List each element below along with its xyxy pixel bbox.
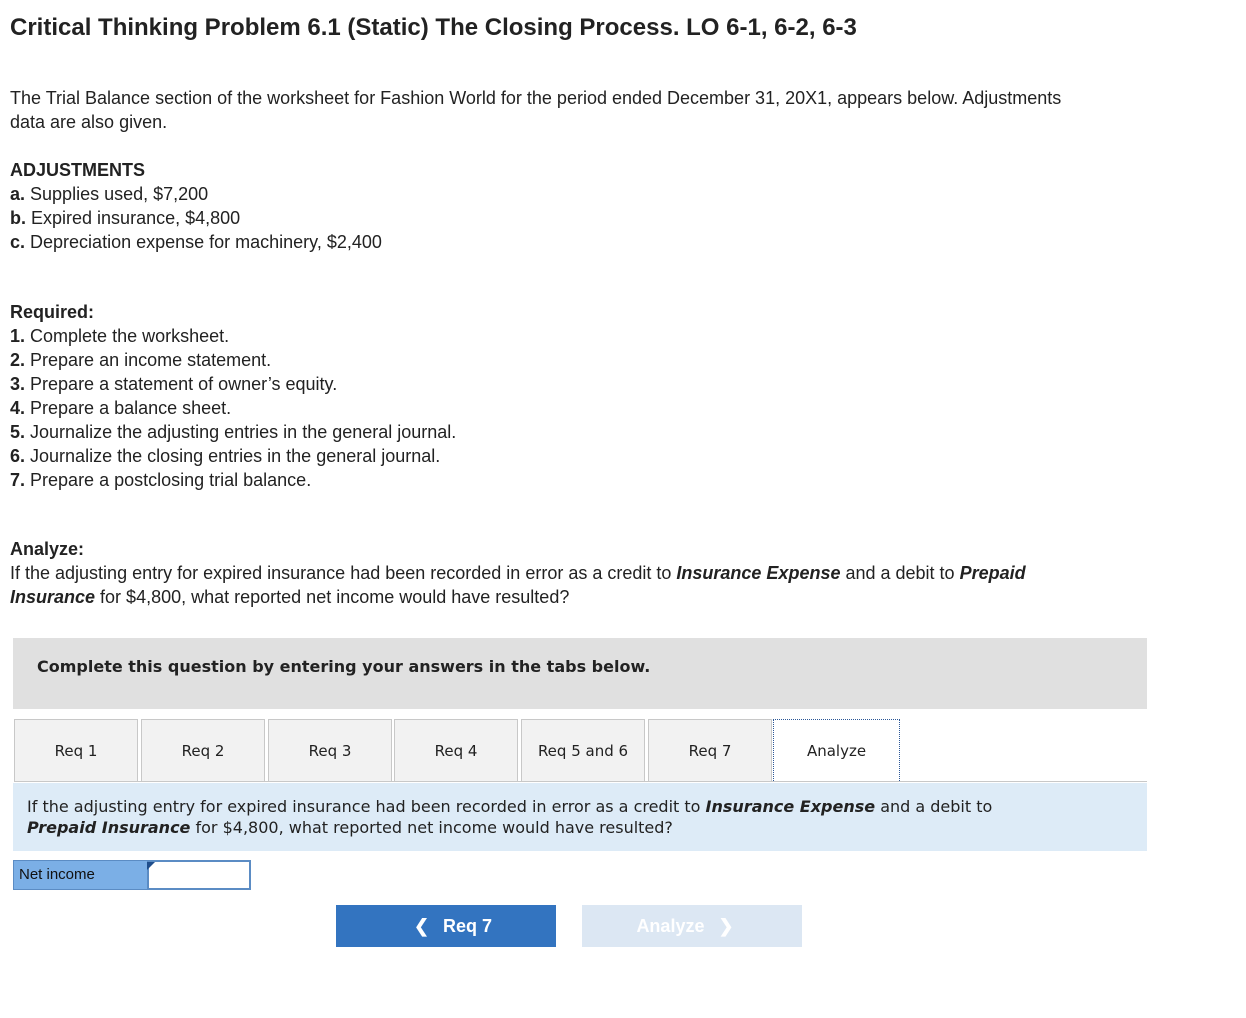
required-text: Prepare a balance sheet.	[30, 398, 232, 418]
required-item-2: 2. Prepare an income statement.	[10, 348, 456, 372]
tab-req-3[interactable]: Req 3	[268, 719, 392, 781]
analyze-heading: Analyze:	[10, 539, 85, 559]
question-line-2: Prepaid Insurance for $4,800, what repor…	[27, 817, 1133, 838]
adjustment-text: Supplies used, $7,200	[30, 184, 209, 204]
tab-divider	[14, 781, 1147, 782]
analyze-text: and a debit to	[840, 563, 960, 583]
next-button-label: Analyze	[636, 915, 705, 936]
tab-req-1[interactable]: Req 1	[14, 719, 138, 781]
question-text: for $4,800, what reported net income wou…	[190, 818, 673, 837]
intro-line-2: data are also given.	[10, 112, 168, 132]
required-label: 2.	[10, 350, 26, 370]
adjustments-section: ADJUSTMENTS a. Supplies used, $7,200 b. …	[10, 158, 382, 254]
analyze-line-2: Insurance for $4,800, what reported net …	[10, 585, 1210, 609]
adjustment-label: c.	[10, 232, 26, 252]
tab-analyze[interactable]: Analyze	[773, 719, 900, 781]
input-flag-icon	[147, 862, 155, 870]
question-line-1: If the adjusting entry for expired insur…	[27, 796, 1133, 817]
analyze-emphasis: Insurance	[10, 587, 96, 607]
required-label: 6.	[10, 446, 26, 466]
prev-button[interactable]: ❮ Req 7	[336, 905, 556, 947]
adjustment-text: Expired insurance, $4,800	[31, 208, 241, 228]
tab-req-5-and-6[interactable]: Req 5 and 6	[521, 719, 645, 781]
required-text: Prepare a postclosing trial balance.	[30, 470, 312, 490]
required-text: Journalize the closing entries in the ge…	[30, 446, 441, 466]
analyze-emphasis: Prepaid	[959, 563, 1026, 583]
required-item-4: 4. Prepare a balance sheet.	[10, 396, 456, 420]
required-item-3: 3. Prepare a statement of owner’s equity…	[10, 372, 456, 396]
adjustment-label: a.	[10, 184, 26, 204]
required-text: Prepare an income statement.	[30, 350, 272, 370]
next-button[interactable]: Analyze ❯	[582, 905, 802, 947]
question-text: If the adjusting entry for expired insur…	[27, 797, 706, 816]
required-label: 7.	[10, 470, 26, 490]
analyze-emphasis: Insurance Expense	[676, 563, 841, 583]
required-text: Journalize the adjusting entries in the …	[30, 422, 457, 442]
intro-paragraph: The Trial Balance section of the workshe…	[10, 86, 1240, 134]
analyze-text: for $4,800, what reported net income wou…	[95, 587, 570, 607]
required-item-7: 7. Prepare a postclosing trial balance.	[10, 468, 456, 492]
required-label: 5.	[10, 422, 26, 442]
net-income-input[interactable]	[147, 860, 251, 890]
question-emphasis: Insurance Expense	[705, 797, 876, 816]
net-income-label: Net income	[13, 860, 148, 890]
adjustment-label: b.	[10, 208, 26, 228]
analyze-section: Analyze: If the adjusting entry for expi…	[10, 537, 1210, 609]
required-label: 1.	[10, 326, 26, 346]
adjustment-text: Depreciation expense for machinery, $2,4…	[30, 232, 382, 252]
question-emphasis: Prepaid Insurance	[27, 818, 191, 837]
adjustment-item-b: b. Expired insurance, $4,800	[10, 206, 382, 230]
page-title: Critical Thinking Problem 6.1 (Static) T…	[10, 14, 857, 41]
intro-line-1: The Trial Balance section of the workshe…	[10, 88, 1062, 108]
tab-req-7[interactable]: Req 7	[648, 719, 772, 781]
required-item-5: 5. Journalize the adjusting entries in t…	[10, 420, 456, 444]
required-text: Prepare a statement of owner’s equity.	[30, 374, 338, 394]
question-text: and a debit to	[875, 797, 993, 816]
required-heading: Required:	[10, 302, 95, 322]
question-panel: If the adjusting entry for expired insur…	[13, 783, 1147, 851]
analyze-line-1: If the adjusting entry for expired insur…	[10, 561, 1210, 585]
adjustment-item-a: a. Supplies used, $7,200	[10, 182, 382, 206]
required-label: 3.	[10, 374, 26, 394]
analyze-text: If the adjusting entry for expired insur…	[10, 563, 677, 583]
tab-req-4[interactable]: Req 4	[394, 719, 518, 781]
chevron-right-icon: ❯	[718, 915, 734, 936]
chevron-left-icon: ❮	[413, 915, 430, 936]
tab-req-2[interactable]: Req 2	[141, 719, 265, 781]
prev-button-label: Req 7	[443, 915, 493, 936]
required-text: Complete the worksheet.	[30, 326, 230, 346]
instruction-banner: Complete this question by entering your …	[13, 638, 1147, 709]
instruction-text: Complete this question by entering your …	[37, 657, 651, 676]
required-item-1: 1. Complete the worksheet.	[10, 324, 456, 348]
adjustments-heading: ADJUSTMENTS	[10, 160, 146, 180]
adjustment-item-c: c. Depreciation expense for machinery, $…	[10, 230, 382, 254]
required-label: 4.	[10, 398, 26, 418]
required-item-6: 6. Journalize the closing entries in the…	[10, 444, 456, 468]
required-section: Required: 1. Complete the worksheet. 2. …	[10, 300, 456, 492]
